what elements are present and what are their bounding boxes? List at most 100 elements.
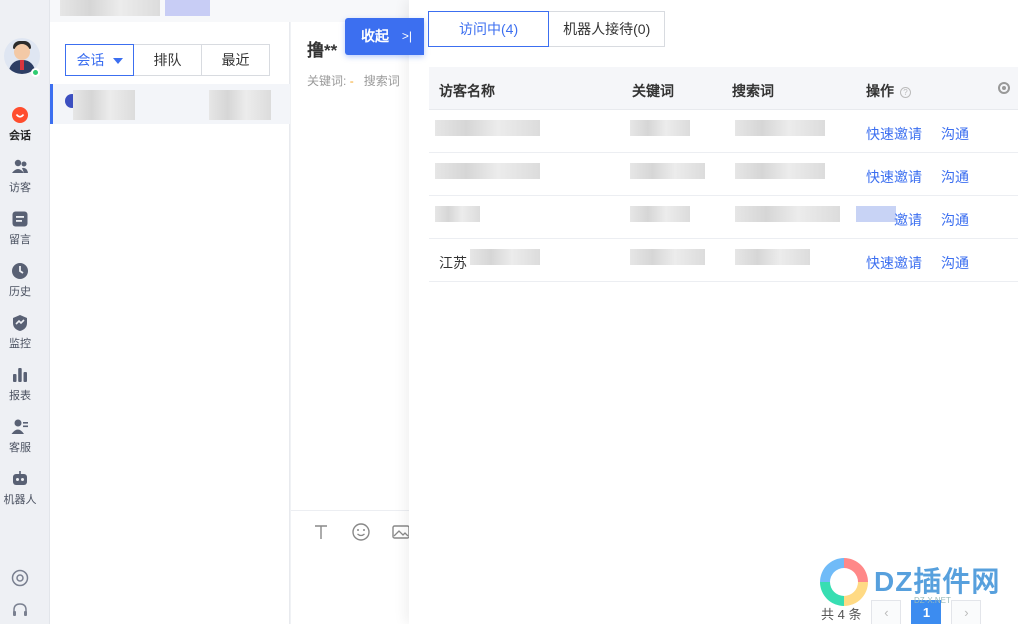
message-icon xyxy=(12,211,28,227)
nav-label-visitors: 访客 xyxy=(9,182,31,194)
nav-item-robot[interactable]: 机器人 xyxy=(0,470,40,507)
quick-invite-link[interactable]: 快速邀请 xyxy=(866,253,922,273)
nav-label-history: 历史 xyxy=(9,286,31,298)
blurred-text xyxy=(73,90,135,120)
nav-item-agents[interactable]: 客服 xyxy=(0,418,40,455)
visitor-name: 江苏 xyxy=(439,255,467,271)
chat-link[interactable]: 沟通 xyxy=(941,253,969,273)
blurred-search-word xyxy=(735,163,825,179)
tab-queue-label: 排队 xyxy=(153,52,182,68)
keywords-label: 关键词: xyxy=(307,74,347,88)
blurred-text xyxy=(165,0,210,16)
app-root: 会话 访客 留言 历史 监控 报表 客服 机器人 会话 排队 最近 撸** 关键… xyxy=(0,0,1022,624)
help-icon[interactable]: ? xyxy=(900,86,911,98)
visitor-drawer: 访问中(4) 机器人接待(0) 访客名称 关键词 搜索词 操作? 快速邀请 沟通… xyxy=(409,0,1022,624)
blurred-visitor-name xyxy=(470,249,540,265)
online-status-dot xyxy=(31,68,40,77)
table-row: 快速邀请 沟通 xyxy=(429,153,1018,196)
column-settings-icon[interactable] xyxy=(998,82,1010,94)
pagination-total: 共 4 条 xyxy=(821,606,862,622)
session-list-item[interactable] xyxy=(50,84,290,124)
tab-robot-reception[interactable]: 机器人接待(0) xyxy=(548,11,666,47)
nav-item-history[interactable]: 历史 xyxy=(0,262,40,299)
column-visitor-name: 访客名称 xyxy=(439,83,495,99)
nav-label-chat: 会话 xyxy=(9,130,31,142)
column-keyword: 关键词 xyxy=(632,83,674,99)
column-actions-label: 操作 xyxy=(866,83,894,99)
collapse-label: 收起 xyxy=(361,28,389,44)
headset-icon[interactable] xyxy=(11,601,29,619)
session-list-panel: 会话 排队 最近 xyxy=(50,22,290,624)
chat-icon xyxy=(12,107,28,123)
blurred-search-word xyxy=(735,120,825,136)
blurred-text xyxy=(60,0,160,16)
blurred-search-word xyxy=(735,249,810,265)
watermark-logo-icon xyxy=(820,558,868,606)
nav-item-chat[interactable]: 会话 xyxy=(0,106,40,143)
blurred-visitor-name xyxy=(435,206,480,222)
tab-recent[interactable]: 最近 xyxy=(201,44,270,76)
keywords-value: - xyxy=(349,74,354,88)
blurred-keyword xyxy=(630,120,690,136)
drawer-tabs: 访问中(4) 机器人接待(0) xyxy=(428,11,666,47)
watermark-text: DZ插件网 xyxy=(874,566,1001,597)
agent-icon xyxy=(11,419,28,434)
chat-divider xyxy=(291,510,421,511)
nav-label-messages: 留言 xyxy=(9,234,31,246)
nav-item-messages[interactable]: 留言 xyxy=(0,210,40,247)
watermark: DZ插件网 DZ-X.NET xyxy=(820,556,1020,606)
nav-label-agents: 客服 xyxy=(9,442,31,454)
blurred-text xyxy=(209,90,271,120)
quick-invite-link[interactable]: 邀请 xyxy=(894,210,922,230)
nav-item-visitors[interactable]: 访客 xyxy=(0,158,40,195)
nav-item-monitor[interactable]: 监控 xyxy=(0,314,40,351)
search-word-label: 搜索词 xyxy=(363,74,400,88)
chat-area: 撸** 关键词: - 搜索词 xyxy=(291,22,421,624)
table-header: 访客名称 关键词 搜索词 操作? xyxy=(429,67,1018,110)
table-row: 快速邀请 沟通 xyxy=(429,110,1018,153)
caret-down-icon xyxy=(112,58,123,65)
robot-icon xyxy=(13,471,27,485)
column-actions: 操作? xyxy=(866,81,911,101)
avatar-tie xyxy=(20,60,24,70)
chat-link[interactable]: 沟通 xyxy=(941,210,969,230)
nav-label-monitor: 监控 xyxy=(9,338,31,350)
table-row: 江苏 快速邀请 沟通 xyxy=(429,239,1018,282)
tab-recent-label: 最近 xyxy=(221,52,250,68)
settings-circle-icon[interactable] xyxy=(11,569,29,587)
blurred-visitor-name xyxy=(435,163,540,179)
image-icon[interactable] xyxy=(391,522,411,542)
visitors-icon xyxy=(12,159,28,173)
monitor-icon xyxy=(13,315,27,331)
left-nav-rail: 会话 访客 留言 历史 监控 报表 客服 机器人 xyxy=(0,0,50,624)
tab-sessions[interactable]: 会话 xyxy=(65,44,134,76)
chat-link[interactable]: 沟通 xyxy=(941,167,969,187)
tab-queue[interactable]: 排队 xyxy=(133,44,202,76)
session-filter-tabs: 会话 排队 最近 xyxy=(65,44,270,76)
avatar-face xyxy=(14,44,30,60)
column-search-word: 搜索词 xyxy=(732,83,774,99)
table-row: 邀请 沟通 xyxy=(429,196,1018,239)
history-icon xyxy=(12,263,28,279)
blurred-keyword xyxy=(630,249,705,265)
text-format-icon[interactable] xyxy=(311,522,331,542)
emoji-icon[interactable] xyxy=(351,522,371,542)
tab-sessions-label: 会话 xyxy=(76,52,105,68)
chat-visitor-title: 撸** xyxy=(307,41,338,60)
collapse-drawer-button[interactable]: 收起 >| xyxy=(345,18,424,55)
collapse-chevron-icon: >| xyxy=(401,29,412,43)
quick-invite-link[interactable]: 快速邀请 xyxy=(866,167,922,187)
quick-invite-link[interactable]: 快速邀请 xyxy=(866,124,922,144)
nav-label-reports: 报表 xyxy=(9,390,31,402)
tab-visiting[interactable]: 访问中(4) xyxy=(428,11,550,47)
nav-item-reports[interactable]: 报表 xyxy=(0,366,40,403)
blurred-overlay xyxy=(856,206,896,222)
blurred-search-word xyxy=(735,206,840,222)
chat-link[interactable]: 沟通 xyxy=(941,124,969,144)
nav-label-robot: 机器人 xyxy=(3,494,37,506)
blurred-keyword xyxy=(630,163,705,179)
chat-keywords-line: 关键词: - 搜索词 xyxy=(307,72,400,89)
blurred-visitor-name xyxy=(435,120,540,136)
watermark-subtext: DZ-X.NET xyxy=(914,596,951,605)
report-icon xyxy=(13,368,27,382)
